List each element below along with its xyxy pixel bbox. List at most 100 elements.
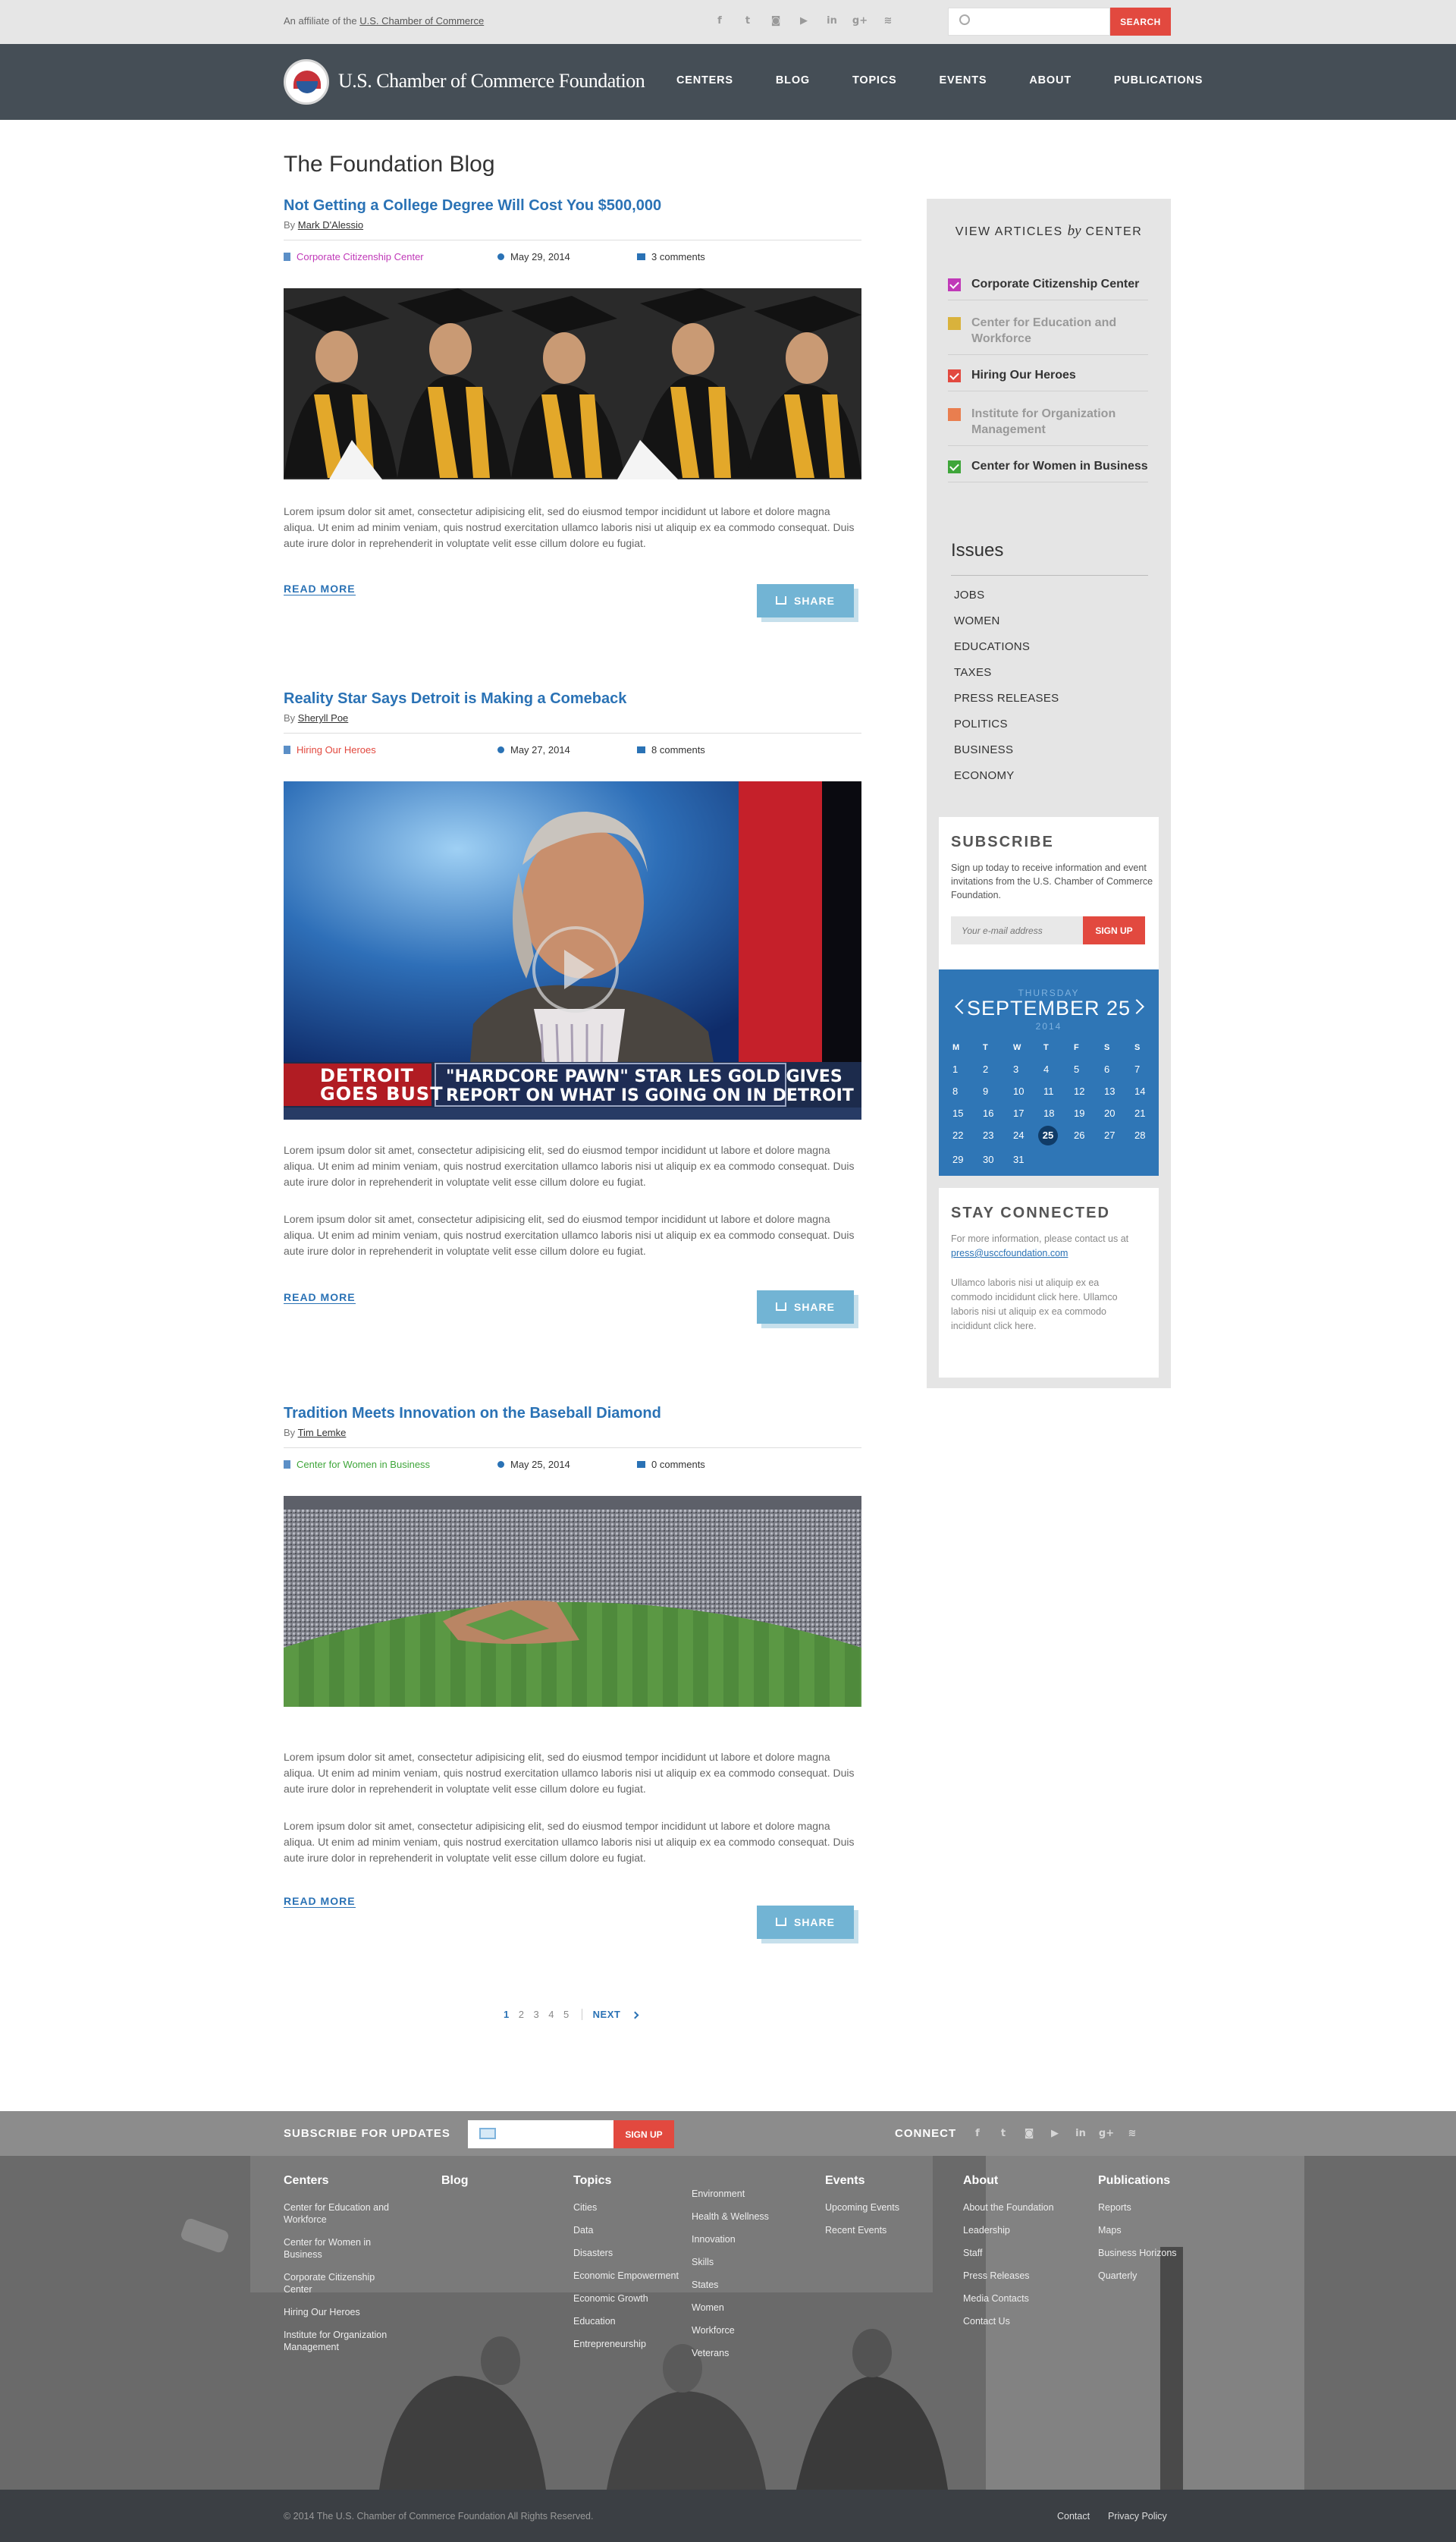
calendar-day[interactable]: 22	[948, 1128, 978, 1143]
checkbox-icon[interactable]	[948, 408, 961, 421]
facebook-icon[interactable]: f	[971, 2125, 984, 2141]
calendar-day[interactable]: 4	[1039, 1062, 1069, 1077]
footer-link[interactable]: Disasters	[573, 2247, 695, 2259]
post-comments[interactable]: 8 comments	[637, 744, 705, 756]
googleplus-icon[interactable]: g+	[1099, 2125, 1114, 2141]
footer-link[interactable]: Veterans	[692, 2347, 813, 2359]
press-email-link[interactable]: press@usccfoundation.com	[951, 1248, 1068, 1258]
calendar-day[interactable]: 3	[1009, 1062, 1039, 1077]
page-link[interactable]: 5	[563, 2009, 570, 2020]
facebook-icon[interactable]: f	[713, 12, 726, 29]
calendar-day[interactable]: 23	[978, 1128, 1009, 1143]
calendar-day[interactable]: 1	[948, 1062, 978, 1077]
footer-link[interactable]: Environment	[692, 2188, 813, 2200]
twitter-icon[interactable]: t	[741, 12, 755, 29]
footer-contact-link[interactable]: Contact	[1057, 2511, 1090, 2522]
foundation-logo[interactable]	[284, 59, 329, 105]
calendar-day[interactable]: 9	[978, 1084, 1009, 1099]
nav-item-topics[interactable]: TOPICS	[852, 74, 897, 86]
checkbox-checked-icon[interactable]	[948, 460, 961, 473]
post-category[interactable]: Center for Women in Business	[284, 1459, 430, 1470]
calendar-day[interactable]: 29	[948, 1152, 978, 1167]
youtube-icon[interactable]: ▶	[1048, 2125, 1062, 2141]
instagram-icon[interactable]: ◙	[769, 12, 783, 29]
calendar-day[interactable]: 14	[1130, 1084, 1160, 1099]
post-category[interactable]: Hiring Our Heroes	[284, 744, 376, 756]
share-button[interactable]: SHARE	[757, 1906, 854, 1939]
center-filter-item[interactable]: Institute for Organization Management	[948, 406, 1148, 446]
youtube-icon[interactable]: ▶	[797, 12, 811, 29]
center-filter-item[interactable]: Corporate Citizenship Center	[948, 276, 1148, 300]
footer-link[interactable]: Press Releases	[963, 2270, 1084, 2282]
footer-link[interactable]: Business Horizons	[1098, 2247, 1219, 2259]
calendar-day[interactable]: 11	[1039, 1084, 1069, 1099]
footer-link[interactable]: Institute for Organization Management	[284, 2329, 405, 2353]
checkbox-checked-icon[interactable]	[948, 369, 961, 382]
post-author[interactable]: Tim Lemke	[298, 1427, 347, 1438]
footer-link[interactable]: Staff	[963, 2247, 1084, 2259]
read-more-link[interactable]: READ MORE	[284, 583, 356, 595]
affiliate-link[interactable]: U.S. Chamber of Commerce	[359, 15, 484, 27]
footer-link[interactable]: Data	[573, 2224, 695, 2236]
calendar-day[interactable]: 17	[1009, 1106, 1039, 1121]
video-player[interactable]: DETROIT GOES BUST "HARDCORE PAWN" STAR LE…	[284, 781, 861, 1120]
calendar-day[interactable]: 6	[1100, 1062, 1130, 1077]
calendar-day[interactable]: 13	[1100, 1084, 1130, 1099]
footer-link[interactable]: Maps	[1098, 2224, 1219, 2236]
nav-item-publications[interactable]: PUBLICATIONS	[1114, 74, 1203, 86]
center-filter-item[interactable]: Center for Education and Workforce	[948, 315, 1148, 355]
calendar-day[interactable]: 28	[1130, 1128, 1160, 1143]
search-input[interactable]	[977, 13, 1106, 31]
linkedin-icon[interactable]: in	[1074, 2125, 1087, 2141]
post-author[interactable]: Mark D'Alessio	[298, 219, 363, 231]
footer-link[interactable]: Hiring Our Heroes	[284, 2306, 405, 2318]
footer-link[interactable]: About the Foundation	[963, 2201, 1084, 2214]
issue-link[interactable]: PRESS RELEASES	[954, 692, 1059, 705]
calendar-day[interactable]: 19	[1069, 1106, 1100, 1121]
calendar-day[interactable]: 24	[1009, 1128, 1039, 1143]
footer-link[interactable]: Health & Wellness	[692, 2211, 813, 2223]
instagram-icon[interactable]: ◙	[1022, 2125, 1036, 2141]
linkedin-icon[interactable]: in	[825, 12, 839, 29]
logo-text[interactable]: U.S. Chamber of Commerce Foundation	[338, 70, 645, 93]
footer-link[interactable]: Workforce	[692, 2324, 813, 2336]
issue-link[interactable]: WOMEN	[954, 614, 1000, 627]
post-comments[interactable]: 0 comments	[637, 1459, 705, 1470]
subscribe-email-input[interactable]	[951, 916, 1083, 944]
page-link[interactable]: 2	[519, 2009, 525, 2020]
footer-privacy-link[interactable]: Privacy Policy	[1108, 2511, 1167, 2522]
calendar-day[interactable]: 27	[1100, 1128, 1130, 1143]
issue-link[interactable]: JOBS	[954, 589, 984, 602]
checkbox-icon[interactable]	[948, 317, 961, 330]
page-link[interactable]: 4	[548, 2009, 554, 2020]
footer-link[interactable]: Contact Us	[963, 2315, 1084, 2327]
issue-link[interactable]: POLITICS	[954, 718, 1008, 731]
post-author[interactable]: Sheryll Poe	[298, 712, 348, 724]
footer-link[interactable]: Media Contacts	[963, 2292, 1084, 2305]
footer-link[interactable]: Skills	[692, 2256, 813, 2268]
issue-link[interactable]: EDUCATIONS	[954, 640, 1030, 653]
center-filter-item[interactable]: Center for Women in Business	[948, 458, 1148, 482]
post-title[interactable]: Reality Star Says Detroit is Making a Co…	[284, 690, 861, 708]
next-page-link[interactable]: NEXT	[581, 2009, 621, 2020]
footer-link[interactable]: Cities	[573, 2201, 695, 2214]
footer-link[interactable]: Recent Events	[825, 2224, 946, 2236]
footer-link[interactable]: Leadership	[963, 2224, 1084, 2236]
googleplus-icon[interactable]: g+	[852, 12, 868, 29]
share-button[interactable]: SHARE	[757, 584, 854, 617]
post-title[interactable]: Not Getting a College Degree Will Cost Y…	[284, 197, 861, 215]
calendar-day[interactable]: 8	[948, 1084, 978, 1099]
footer-link[interactable]: Center for Women in Business	[284, 2236, 405, 2261]
calendar-day[interactable]: 18	[1039, 1106, 1069, 1121]
calendar-day[interactable]: 16	[978, 1106, 1009, 1121]
search-button[interactable]: SEARCH	[1110, 8, 1171, 36]
footer-link[interactable]: Quarterly	[1098, 2270, 1219, 2282]
checkbox-checked-icon[interactable]	[948, 278, 961, 291]
page-link[interactable]: 3	[533, 2009, 539, 2020]
footer-signup-button[interactable]: SIGN UP	[613, 2120, 674, 2148]
calendar-day[interactable]: 20	[1100, 1106, 1130, 1121]
issue-link[interactable]: BUSINESS	[954, 743, 1013, 756]
calendar-day[interactable]: 26	[1069, 1128, 1100, 1143]
footer-link[interactable]: Innovation	[692, 2233, 813, 2245]
footer-link[interactable]: Corporate Citizenship Center	[284, 2271, 405, 2295]
